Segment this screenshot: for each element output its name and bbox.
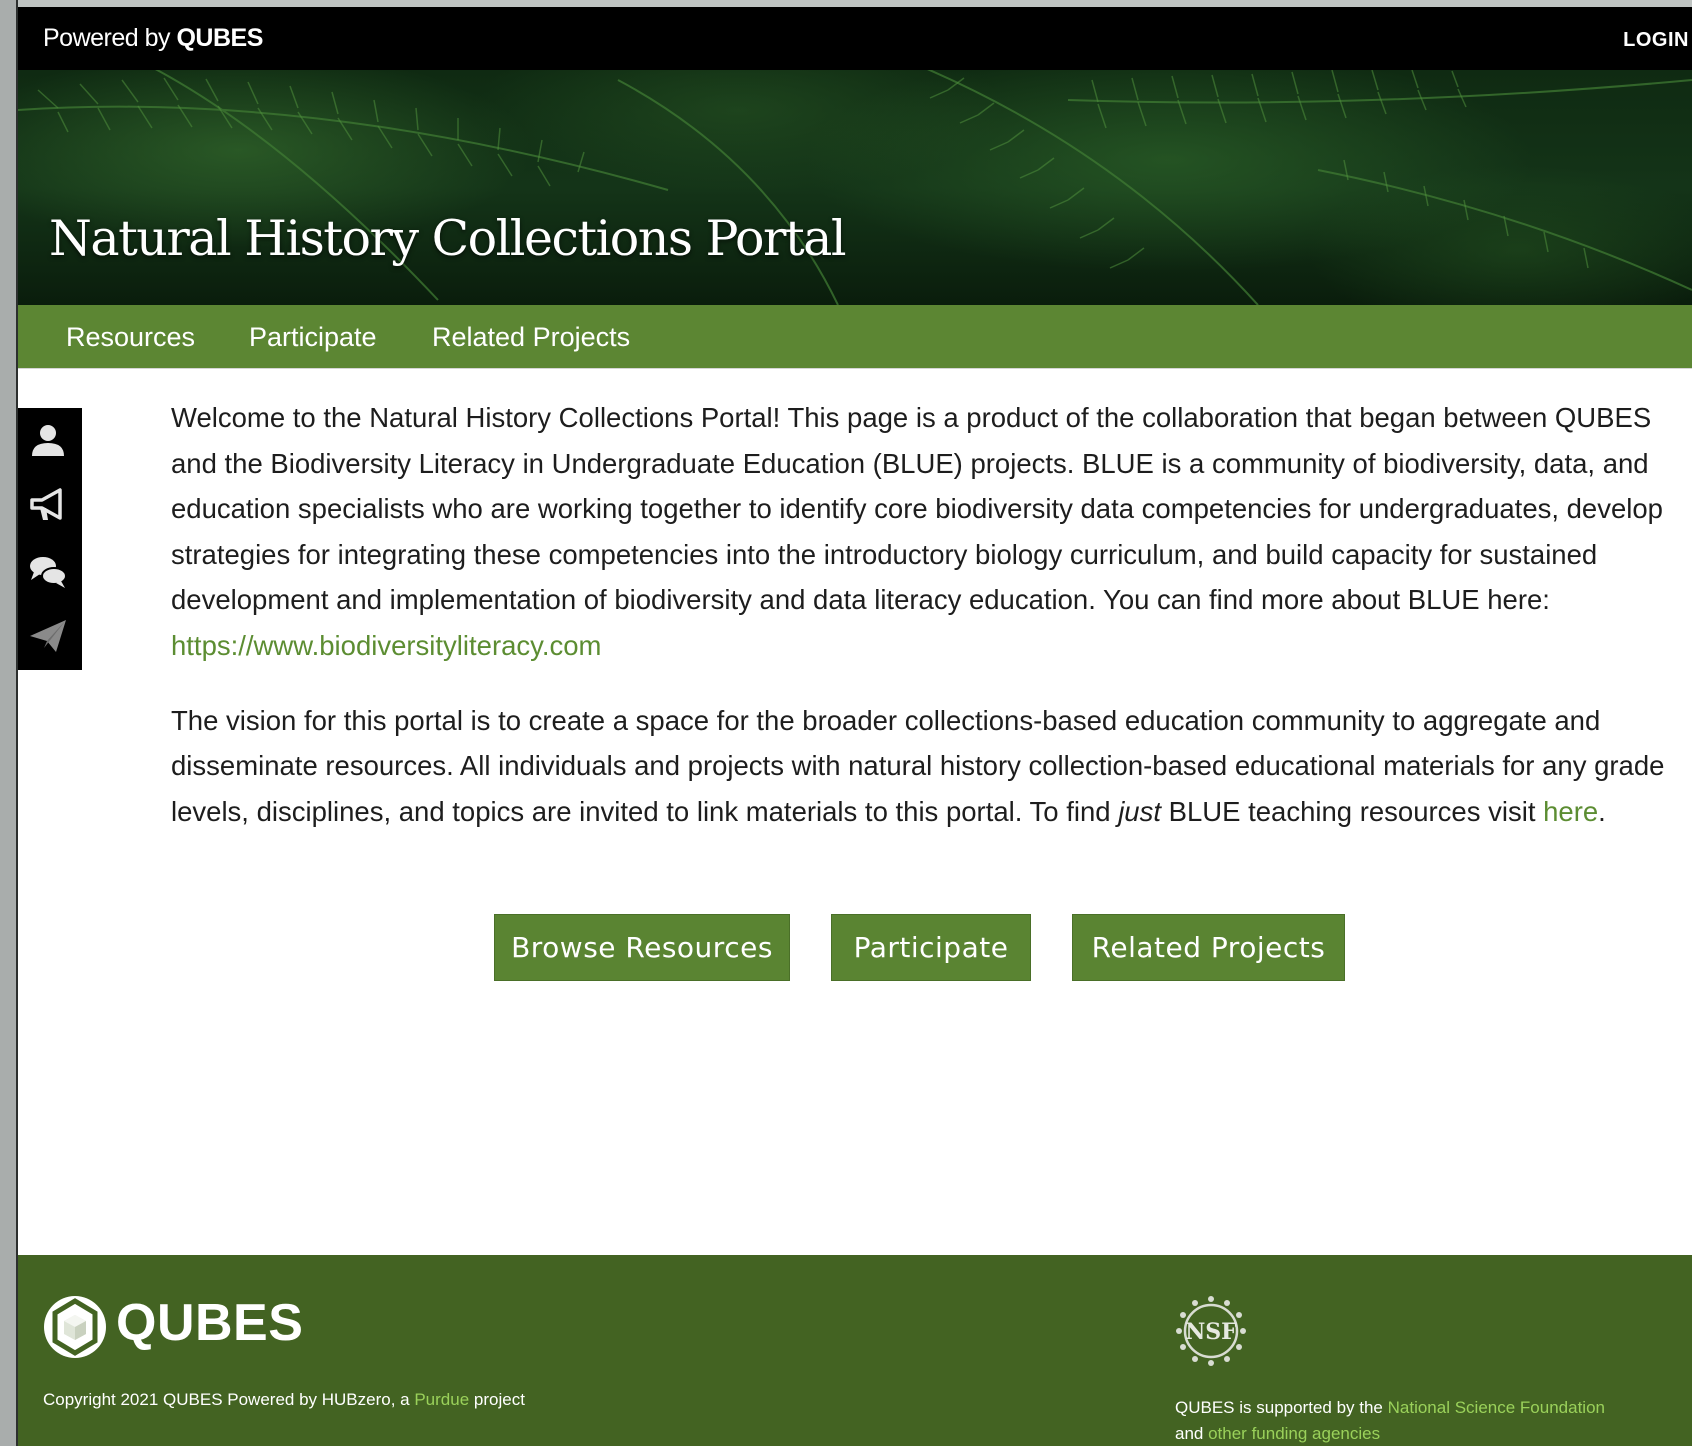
blue-website-link[interactable]: https://www.biodiversityliteracy.com — [171, 630, 601, 661]
other-funding-link[interactable]: other funding agencies — [1208, 1424, 1380, 1443]
vision-emphasis: just — [1118, 795, 1161, 827]
footer: QUBES Copyright 2021 QUBES Powered by HU… — [18, 1255, 1692, 1446]
vision-text-b: BLUE teaching resources visit — [1160, 795, 1544, 827]
nsf-link[interactable]: National Science Foundation — [1388, 1398, 1605, 1417]
main-content: Welcome to the Natural History Collectio… — [171, 395, 1691, 863]
browse-resources-button[interactable]: Browse Resources — [494, 914, 790, 981]
side-toolbar — [18, 408, 82, 670]
action-buttons: Browse Resources Participate Related Pro… — [18, 914, 1692, 982]
nsf-logo-text: NSF — [1185, 1319, 1237, 1345]
purdue-link[interactable]: Purdue — [414, 1390, 469, 1409]
footer-brand: QUBES — [116, 1294, 304, 1352]
related-projects-button[interactable]: Related Projects — [1072, 914, 1345, 981]
copyright-a: Copyright 2021 QUBES Powered by HUBzero,… — [43, 1390, 415, 1409]
powered-by-prefix: Powered by — [43, 24, 171, 52]
hero-banner: Natural History Collections Portal — [18, 70, 1692, 305]
intro-paragraph: Welcome to the Natural History Collectio… — [171, 395, 1691, 669]
blue-resources-link[interactable]: here — [1543, 796, 1598, 827]
main-nav: Resources Participate Related Projects — [18, 305, 1692, 369]
vision-end: . — [1598, 795, 1606, 827]
nav-item-related-projects[interactable]: Related Projects — [432, 322, 630, 353]
fern-background — [18, 70, 1692, 305]
powered-by-brand: QUBES — [176, 24, 263, 52]
powered-by-link[interactable]: Powered by QUBES — [43, 24, 263, 53]
page-title: Natural History Collections Portal — [49, 210, 847, 267]
participate-button[interactable]: Participate — [831, 914, 1031, 981]
intro-text: Welcome to the Natural History Collectio… — [171, 402, 1663, 616]
copyright-text: Copyright 2021 QUBES Powered by HUBzero,… — [43, 1390, 525, 1410]
page-frame: Powered by QUBES LOGIN Natural History C… — [18, 7, 1692, 1446]
megaphone-icon[interactable] — [26, 483, 70, 527]
nav-item-participate[interactable]: Participate — [249, 322, 377, 353]
support-a: QUBES is supported by the — [1175, 1398, 1388, 1417]
copyright-b: project — [469, 1390, 525, 1409]
window-left-border — [0, 0, 18, 1446]
nav-item-resources[interactable]: Resources — [66, 322, 195, 353]
top-bar: Powered by QUBES LOGIN — [18, 7, 1692, 70]
support-b: and — [1175, 1424, 1209, 1443]
vision-paragraph: The vision for this portal is to create … — [171, 698, 1691, 835]
user-icon[interactable] — [26, 418, 70, 462]
qubes-logo-icon[interactable] — [43, 1295, 107, 1359]
paper-plane-icon[interactable] — [26, 614, 70, 658]
support-text: QUBES is supported by the National Scien… — [1175, 1395, 1605, 1446]
chat-bubbles-icon[interactable] — [26, 549, 70, 593]
login-link[interactable]: LOGIN — [1623, 29, 1689, 52]
nsf-logo-icon[interactable]: NSF — [1173, 1293, 1249, 1369]
